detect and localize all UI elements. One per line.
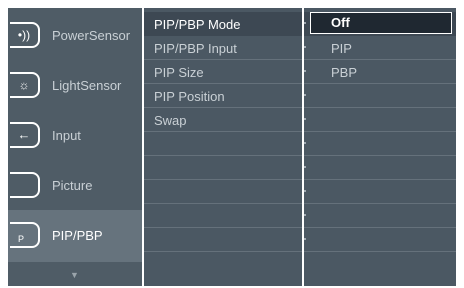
submenu-panel: PIP/PBP Mode PIP/PBP Input PIP Size PIP …	[144, 8, 456, 286]
picture-icon	[10, 172, 40, 198]
sidebar-item-powersensor[interactable]: •)) PowerSensor	[8, 10, 142, 62]
menu-row-label: Swap	[154, 113, 187, 128]
sidebar-item-label: PIP/PBP	[52, 228, 103, 243]
menu-row-label: PIP Position	[154, 89, 225, 104]
separator-dot	[304, 214, 306, 216]
empty-row	[144, 228, 456, 252]
empty-row	[144, 180, 456, 204]
row-divider	[144, 251, 456, 252]
separator-dot	[304, 22, 306, 24]
power-sensor-icon: •))	[10, 22, 40, 48]
sidebar-item-lightsensor[interactable]: ☼ LightSensor	[8, 60, 142, 112]
menu-row-label: PIP Size	[154, 65, 204, 80]
separator-dot	[304, 70, 306, 72]
input-icon: ←	[10, 122, 40, 148]
menu-row-pip-size[interactable]: PIP Size	[144, 60, 456, 84]
chevron-down-icon[interactable]: ▼	[70, 270, 79, 280]
separator-dot	[304, 238, 306, 240]
separator-dot	[304, 94, 306, 96]
main-menu-sidebar: •)) PowerSensor ☼ LightSensor ← Input Pi…	[8, 8, 142, 286]
sidebar-item-label: Picture	[52, 178, 93, 193]
sidebar-item-label: Input	[52, 128, 81, 143]
menu-row-label: PIP/PBP Input	[154, 41, 237, 56]
menu-row-pip-position[interactable]: PIP Position	[144, 84, 456, 108]
option-pbp[interactable]: PBP	[331, 65, 357, 80]
sidebar-item-label: LightSensor	[52, 78, 122, 93]
option-pip[interactable]: PIP	[331, 41, 352, 56]
menu-row-swap[interactable]: Swap	[144, 108, 456, 132]
sidebar-item-label: PowerSensor	[52, 28, 131, 43]
separator-dot	[304, 190, 306, 192]
empty-row	[144, 132, 456, 156]
sidebar-item-pip-pbp[interactable]: P PIP/PBP	[8, 210, 142, 262]
monitor-osd: •)) PowerSensor ☼ LightSensor ← Input Pi…	[0, 0, 464, 288]
separator-dot	[304, 166, 306, 168]
separator-dot	[304, 142, 306, 144]
menu-row-pip-pbp-input[interactable]: PIP/PBP Input	[144, 36, 456, 60]
menu-row-label: PIP/PBP Mode	[154, 17, 241, 32]
separator-dot	[304, 46, 306, 48]
pip-icon: P	[10, 222, 40, 248]
sidebar-item-input[interactable]: ← Input	[8, 110, 142, 162]
separator-dot	[304, 118, 306, 120]
sidebar-item-picture[interactable]: Picture	[8, 160, 142, 212]
light-sensor-icon: ☼	[10, 72, 40, 98]
panel-edge	[302, 8, 304, 286]
empty-row	[144, 204, 456, 228]
option-off[interactable]: Off	[310, 12, 452, 34]
empty-row	[144, 156, 456, 180]
